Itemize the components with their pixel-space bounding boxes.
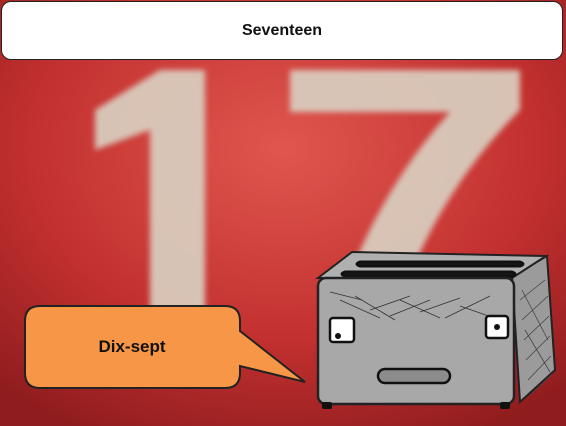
toaster-character-icon — [315, 250, 557, 409]
flashcard: Seventeen Dix-sept — [0, 0, 566, 426]
